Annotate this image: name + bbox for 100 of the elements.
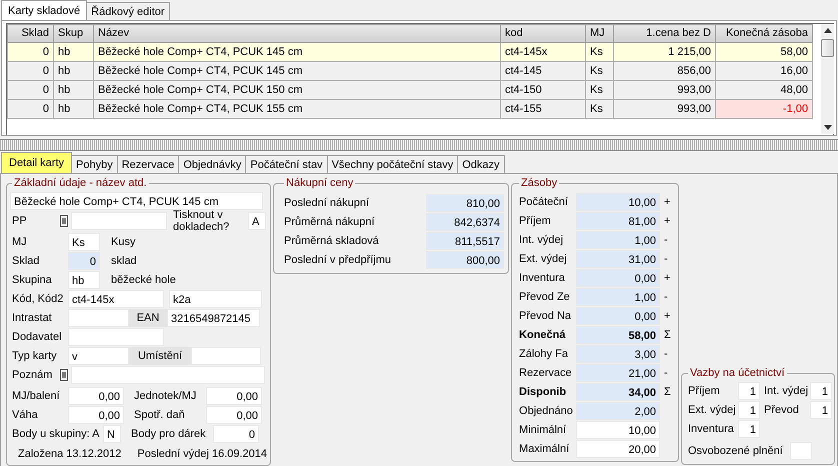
sign-symbol: - [664,366,668,378]
text-field[interactable]: Ks [68,232,100,250]
field-label: Převod [763,404,800,416]
field-label: Objednáno [518,404,574,416]
text-field[interactable]: N [103,424,121,442]
scroll-thumb[interactable] [821,39,834,57]
table-cell: 993,00 [614,100,716,118]
field-label: Převod Na [518,310,572,322]
text-field[interactable]: 3,00 [576,344,660,362]
text-field[interactable]: 1,00 [576,230,660,248]
text-field[interactable]: A [248,212,266,230]
table-cell: ct4-145x [500,42,586,62]
text-field[interactable]: 1 [738,401,760,419]
column-header[interactable]: Skup [54,24,94,42]
text-field[interactable]: 10,00 [576,192,660,210]
text-field[interactable]: 58,00 [576,326,660,344]
created-date: Založena 13.12.2012 [17,448,122,460]
text-field[interactable]: Běžecké hole Comp+ CT4, PCUK 145 cm [10,192,263,210]
text-field[interactable]: 0 [213,424,259,442]
column-header[interactable]: Sklad [8,24,54,42]
text-field[interactable]: 2,00 [576,402,660,420]
scroll-up-icon[interactable] [824,28,832,33]
sign-symbol: - [664,290,668,302]
tab[interactable]: Pohyby [71,155,118,173]
sign-symbol: - [664,348,668,360]
table-cell: 16,00 [716,62,812,80]
column-header[interactable]: Název [94,24,500,42]
text-field[interactable]: 21,00 [576,364,660,382]
menu-icon[interactable] [60,368,68,380]
text-field[interactable]: v [68,346,129,364]
text-field[interactable]: 0,00 [68,386,124,404]
table-cell: 48,00 [716,80,812,100]
field-label: Příjem [687,385,721,397]
field-label: Poslední v předpříjmu [283,254,392,266]
text-field[interactable]: 0,00 [576,306,660,324]
field-label: Osvobozené plnění [687,444,784,456]
tab[interactable]: Všechny počáteční stavy [326,155,458,173]
group-title: Zásoby [520,177,558,190]
column-header[interactable]: MJ [586,24,614,42]
text-field[interactable]: 31,00 [576,250,660,268]
field-label: Průměrná skladová [283,234,380,246]
field-label: Minimální [518,424,568,436]
column-header[interactable]: 1.cena bez D [614,24,716,42]
field-label: Převod Ze [518,290,571,302]
field-value: Kusy [110,236,136,248]
text-field[interactable]: 1 [738,420,760,438]
text-field[interactable]: 3216549872145 [167,308,260,326]
text-field[interactable]: 1 [810,382,832,400]
text-field[interactable]: 34,00 [576,382,660,400]
sign-symbol: + [664,214,670,226]
column-header[interactable]: kod [500,24,586,42]
text-field[interactable]: 20,00 [576,440,660,458]
text-field[interactable]: 10,00 [576,420,660,438]
text-field[interactable] [71,366,265,384]
text-field[interactable]: 1 [738,382,760,400]
tab[interactable]: Objednávky [178,155,246,173]
sign-symbol: + [664,196,670,208]
group-title: Nákupní ceny [285,177,354,190]
menu-icon[interactable] [60,215,68,227]
tab[interactable]: Řádkový editor [86,2,170,20]
text-field[interactable]: 81,00 [576,212,660,230]
field-label: Intrastat [11,312,53,324]
text-field[interactable] [68,308,129,326]
column-header[interactable]: Konečná zásoba [716,24,812,42]
splitter[interactable] [0,139,838,151]
text-field[interactable]: 811,5517 [426,232,504,250]
text-field[interactable]: 800,00 [426,250,504,268]
field-value: sklad [110,254,137,266]
text-field[interactable]: 842,6374 [426,212,504,230]
scrollbar[interactable] [821,24,834,134]
tab[interactable]: Karty skladové [1,0,88,20]
field-label: Ext. výdej [687,404,736,416]
text-field[interactable]: 0,00 [576,268,660,286]
field-label: Váha [11,408,39,420]
text-field[interactable]: hb [68,270,100,288]
text-field[interactable] [68,328,164,346]
table-cell: ct4-150 [500,80,586,100]
text-field[interactable]: 0,00 [206,406,262,424]
text-field[interactable]: 0,00 [206,386,262,404]
text-field[interactable]: 0,00 [68,406,124,424]
field-label: Konečná [518,328,566,340]
text-field[interactable]: 1,00 [576,288,660,306]
text-field[interactable]: 0 [68,252,100,270]
field-label: Sklad [11,254,41,266]
text-field[interactable] [191,346,261,364]
group-title: Vazby na účetnictví [689,367,786,380]
table-cell: 993,00 [614,80,716,100]
table-cell: hb [54,80,94,100]
text-field[interactable]: k2a [169,290,262,308]
field-label: Umístění [129,346,191,364]
text-field[interactable]: 1 [810,401,832,419]
text-field[interactable]: 810,00 [426,194,504,212]
table-cell: hb [54,100,94,118]
scroll-down-icon[interactable] [824,125,832,130]
tab[interactable]: Odkazy [457,155,505,173]
tab[interactable]: Detail karty [1,152,72,173]
field-label: MJ [11,236,28,248]
field-label: Zálohy Fa [518,348,569,360]
table-cell: Ks [586,62,614,80]
text-field[interactable]: ct4-145x [68,290,164,308]
